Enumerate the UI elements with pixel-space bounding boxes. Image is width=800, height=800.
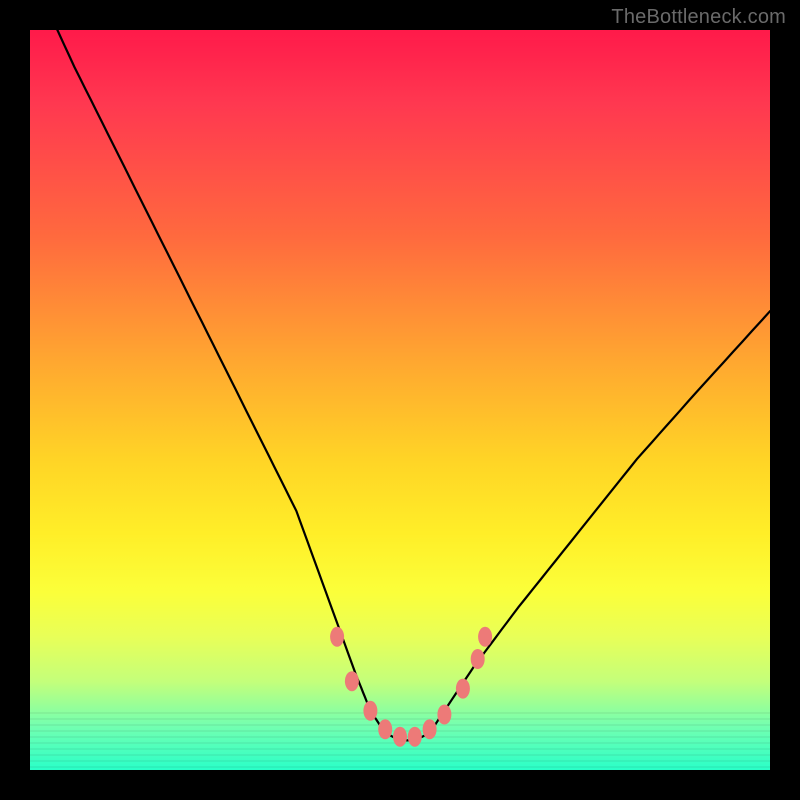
highlight-dots-group bbox=[330, 627, 492, 747]
highlight-dot bbox=[345, 671, 359, 691]
highlight-dot bbox=[471, 649, 485, 669]
chart-svg bbox=[30, 30, 770, 770]
chart-plot-area bbox=[30, 30, 770, 770]
highlight-dot bbox=[437, 705, 451, 725]
highlight-dot bbox=[378, 719, 392, 739]
highlight-dot bbox=[423, 719, 437, 739]
highlight-dot bbox=[393, 727, 407, 747]
highlight-dot bbox=[363, 701, 377, 721]
highlight-dot bbox=[456, 679, 470, 699]
highlight-dot bbox=[478, 627, 492, 647]
highlight-dot bbox=[330, 627, 344, 647]
highlight-dot bbox=[408, 727, 422, 747]
watermark-text: TheBottleneck.com bbox=[611, 6, 786, 29]
chart-frame: TheBottleneck.com bbox=[0, 0, 800, 800]
bottleneck-curve-path bbox=[30, 0, 770, 740]
